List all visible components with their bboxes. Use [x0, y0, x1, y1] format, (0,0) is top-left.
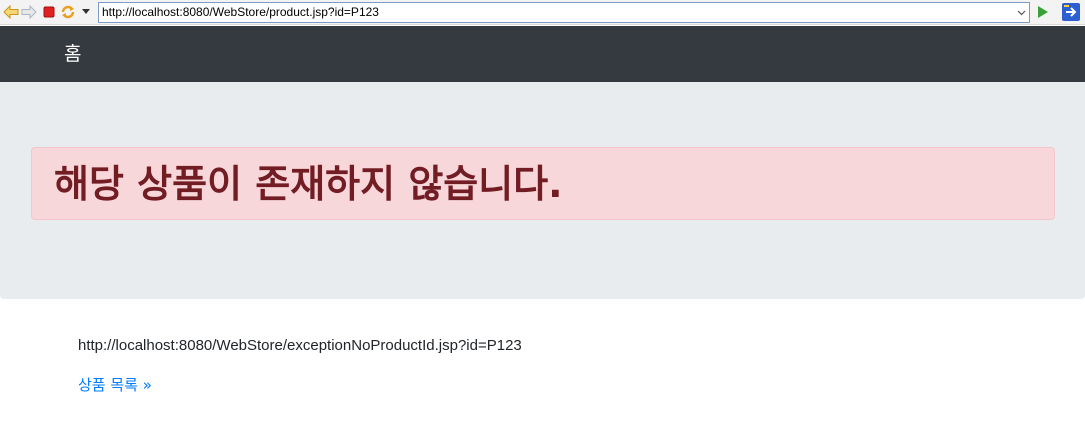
error-alert: 해당 상품이 존재하지 않습니다.: [31, 147, 1055, 220]
back-arrow-icon[interactable]: [2, 3, 20, 21]
forward-arrow-icon[interactable]: [20, 3, 38, 21]
request-url-text: http://localhost:8080/WebStore/exception…: [78, 337, 522, 354]
url-input[interactable]: http://localhost:8080/WebStore/product.j…: [98, 2, 1030, 23]
error-message: 해당 상품이 존재하지 않습니다.: [54, 162, 563, 206]
menu-dropdown-icon[interactable]: [79, 3, 93, 21]
refresh-icon[interactable]: [59, 3, 77, 21]
jumbotron: 해당 상품이 존재하지 않습니다.: [0, 82, 1085, 299]
go-icon[interactable]: [1034, 3, 1052, 21]
browser-extension-icon[interactable]: [1060, 3, 1082, 21]
url-dropdown-icon[interactable]: [1012, 2, 1030, 23]
stop-icon[interactable]: [40, 3, 58, 21]
home-link[interactable]: 홈: [64, 41, 81, 67]
browser-toolbar: http://localhost:8080/WebStore/product.j…: [0, 0, 1085, 25]
top-navbar: 홈: [0, 26, 1085, 82]
product-list-link[interactable]: 상품 목록 »: [78, 375, 152, 395]
